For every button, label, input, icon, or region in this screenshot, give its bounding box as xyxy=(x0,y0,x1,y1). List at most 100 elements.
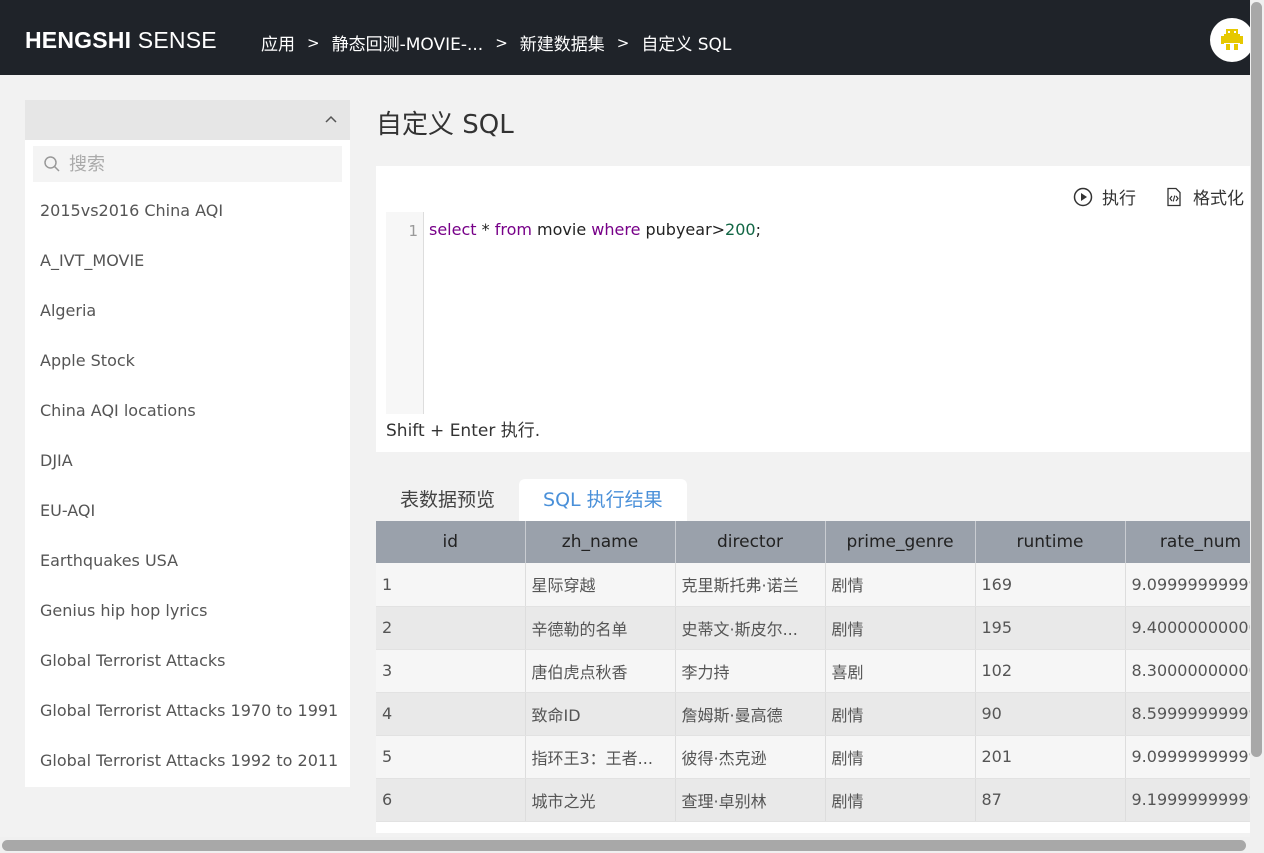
table-cell: 致命ID xyxy=(525,692,676,736)
dataset-list: 2015vs2016 China AQI A_IVT_MOVIE Algeria… xyxy=(25,186,350,786)
table-cell: 9.19999999999... xyxy=(1125,778,1250,822)
dataset-item[interactable]: Global Terrorist Attacks 1992 to 2011 xyxy=(25,736,350,786)
sidebar-source-select[interactable] xyxy=(25,100,350,140)
dataset-item[interactable]: EU-AQI xyxy=(25,486,350,536)
search-icon xyxy=(44,156,60,172)
search-input[interactable] xyxy=(69,153,329,175)
sql-keyword: from xyxy=(494,220,532,239)
run-button[interactable]: 执行 xyxy=(1073,184,1136,209)
sql-text: ; xyxy=(755,220,761,239)
sql-text: * xyxy=(476,220,495,239)
table-cell: 城市之光 xyxy=(525,778,676,822)
sql-editor-card: 执行 格式化 1 select * from movie where pubye… xyxy=(376,166,1256,452)
table-cell: 辛德勒的名单 xyxy=(525,606,676,650)
table-cell: 87 xyxy=(975,778,1126,822)
table-cell: 9.40000000000... xyxy=(1125,606,1250,650)
table-row[interactable]: 5 指环王3：王者... 彼得·杰克逊 剧情 201 9.09999999999… xyxy=(376,735,1250,779)
table-cell: 6 xyxy=(376,778,526,822)
dataset-item[interactable]: 2015vs2016 China AQI xyxy=(25,186,350,236)
android-robot-icon xyxy=(1221,29,1243,50)
table-cell: 1 xyxy=(376,563,526,607)
breadcrumb-item-new-dataset[interactable]: 新建数据集 xyxy=(520,30,605,55)
sidebar-search xyxy=(33,146,342,182)
table-cell: 指环王3：王者... xyxy=(525,735,676,779)
table-row[interactable]: 3 唐伯虎点秋香 李力持 喜剧 102 8.30000000000... xyxy=(376,649,1250,693)
table-cell: 9.09999999999... xyxy=(1125,735,1250,779)
column-header[interactable]: zh_name xyxy=(525,521,676,563)
code-file-icon xyxy=(1167,187,1181,206)
sql-text: movie xyxy=(531,220,592,239)
table-cell: 星际穿越 xyxy=(525,563,676,607)
sql-keyword: where xyxy=(591,220,641,239)
column-header[interactable]: director xyxy=(675,521,826,563)
brand-bold: HENGSHI xyxy=(25,27,132,53)
table-cell: 查理·卓别林 xyxy=(675,778,826,822)
editor-toolbar: 执行 格式化 xyxy=(1073,184,1244,209)
table-cell: 5 xyxy=(376,735,526,779)
sql-text: pubyear> xyxy=(640,220,726,239)
tab-sql-result[interactable]: SQL 执行结果 xyxy=(519,479,687,521)
table-cell: 唐伯虎点秋香 xyxy=(525,649,676,693)
dataset-item[interactable]: Apple Stock xyxy=(25,336,350,386)
line-number-gutter: 1 xyxy=(386,212,424,414)
table-cell: 剧情 xyxy=(825,606,976,650)
format-label: 格式化 xyxy=(1193,189,1244,209)
sql-number: 200 xyxy=(725,220,756,239)
dataset-item[interactable]: Algeria xyxy=(25,286,350,336)
table-row[interactable]: 1 星际穿越 克里斯托弗·诺兰 剧情 169 9.09999999999... xyxy=(376,563,1250,607)
table-row[interactable]: 6 城市之光 查理·卓别林 剧情 87 9.19999999999... xyxy=(376,778,1250,822)
horizontal-scrollbar-thumb[interactable] xyxy=(2,840,1246,851)
table-cell: 李力持 xyxy=(675,649,826,693)
table-row[interactable]: 4 致命ID 詹姆斯·曼高德 剧情 90 8.59999999999... xyxy=(376,692,1250,736)
play-circle-icon xyxy=(1073,187,1093,206)
table-cell: 8.30000000000... xyxy=(1125,649,1250,693)
table-cell: 克里斯托弗·诺兰 xyxy=(675,563,826,607)
table-cell: 剧情 xyxy=(825,563,976,607)
tab-table-preview[interactable]: 表数据预览 xyxy=(376,479,519,521)
table-cell: 3 xyxy=(376,649,526,693)
table-header-row: id zh_name director prime_genre runtime … xyxy=(376,521,1250,563)
table-cell: 剧情 xyxy=(825,778,976,822)
page-title: 自定义 SQL xyxy=(376,110,514,140)
breadcrumb-separator: > xyxy=(307,33,320,52)
dataset-item[interactable]: Global Terrorist Attacks xyxy=(25,636,350,686)
brand-light: SENSE xyxy=(137,27,217,53)
dataset-item[interactable]: Genius hip hop lyrics xyxy=(25,586,350,636)
run-shortcut-hint: Shift + Enter 执行. xyxy=(386,421,541,441)
table-cell: 90 xyxy=(975,692,1126,736)
table-cell: 喜剧 xyxy=(825,649,976,693)
results-table-container: id zh_name director prime_genre runtime … xyxy=(376,521,1250,833)
sql-keyword: select xyxy=(429,220,477,239)
brand-logo[interactable]: HENGSHI SENSE xyxy=(25,27,217,54)
table-cell: 8.59999999999... xyxy=(1125,692,1250,736)
dataset-item[interactable]: China AQI locations xyxy=(25,386,350,436)
top-bar: HENGSHI SENSE 应用 > 静态回测-MOVIE-... > 新建数据… xyxy=(0,0,1264,75)
table-cell: 169 xyxy=(975,563,1126,607)
breadcrumb-separator: > xyxy=(495,33,508,52)
line-number: 1 xyxy=(408,222,418,240)
chevron-up-icon[interactable] xyxy=(324,112,338,126)
sql-code-line[interactable]: select * from movie where pubyear>200; xyxy=(429,220,761,239)
table-cell: 彼得·杰克逊 xyxy=(675,735,826,779)
avatar[interactable] xyxy=(1210,18,1254,62)
breadcrumb-item-app[interactable]: 应用 xyxy=(261,30,295,55)
format-button[interactable]: 格式化 xyxy=(1164,184,1244,209)
dataset-item[interactable]: A_IVT_MOVIE xyxy=(25,236,350,286)
dataset-item[interactable]: Earthquakes USA xyxy=(25,536,350,586)
vertical-scrollbar[interactable] xyxy=(1250,0,1264,853)
breadcrumb: 应用 > 静态回测-MOVIE-... > 新建数据集 > 自定义 SQL xyxy=(261,30,731,56)
column-header[interactable]: rate_num xyxy=(1125,521,1250,563)
sql-code-editor[interactable]: 1 select * from movie where pubyear>200; xyxy=(386,212,1248,414)
column-header[interactable]: runtime xyxy=(975,521,1126,563)
table-cell: 詹姆斯·曼高德 xyxy=(675,692,826,736)
column-header[interactable]: id xyxy=(376,521,526,563)
breadcrumb-item-app-name[interactable]: 静态回测-MOVIE-... xyxy=(332,30,484,55)
vertical-scrollbar-thumb[interactable] xyxy=(1251,2,1262,757)
table-cell: 102 xyxy=(975,649,1126,693)
dataset-item[interactable]: Global Terrorist Attacks 1970 to 1991 xyxy=(25,686,350,736)
breadcrumb-separator: > xyxy=(616,33,630,52)
column-header[interactable]: prime_genre xyxy=(825,521,976,563)
table-row[interactable]: 2 辛德勒的名单 史蒂文·斯皮尔... 剧情 195 9.40000000000… xyxy=(376,606,1250,650)
dataset-item[interactable]: DJIA xyxy=(25,436,350,486)
horizontal-scrollbar[interactable] xyxy=(0,837,1250,853)
